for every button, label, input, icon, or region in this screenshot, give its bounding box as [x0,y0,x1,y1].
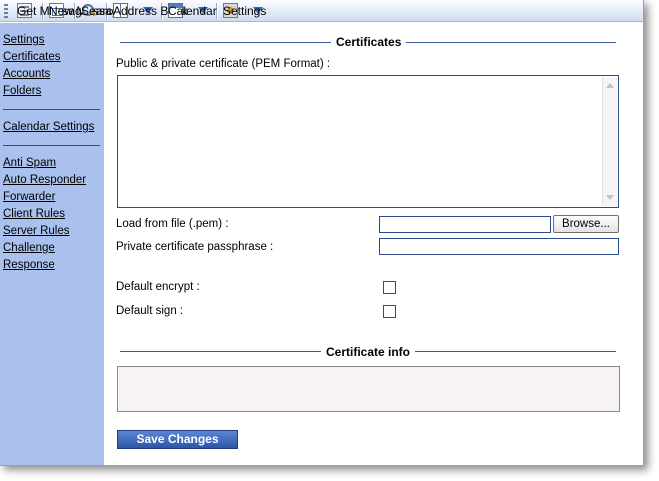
app-window: Get Messages New Message Search Address … [0,0,644,466]
sidebar-divider [3,145,100,146]
certificates-panel: Certificates Public & private certificat… [104,23,643,465]
default-encrypt-checkbox[interactable] [383,281,396,294]
passphrase-input[interactable] [379,238,619,255]
scroll-up-icon[interactable] [606,83,614,88]
get-messages-button[interactable]: Get Messages [14,1,94,21]
sidebar-item-certificates[interactable]: Certificates [3,49,104,66]
pem-scrollbar[interactable] [602,77,617,206]
sidebar-item-accounts[interactable]: Accounts [3,66,104,83]
address-book-button[interactable]: Address Book [110,1,188,21]
pem-textarea[interactable] [117,75,619,208]
passphrase-label: Private certificate passphrase : [116,241,274,253]
sidebar-item-client-rules[interactable]: Client Rules [3,206,104,223]
certificate-info-title: Certificate info [321,345,416,359]
sidebar-item-anti-spam[interactable]: Anti Spam [3,155,104,172]
settings-button[interactable]: Settings [220,1,266,21]
scroll-down-icon[interactable] [606,195,614,200]
sidebar-divider [3,109,100,110]
sidebar-item-settings[interactable]: Settings [3,32,104,49]
toolbar: Get Messages New Message Search Address … [0,0,643,22]
sidebar-item-server-rules[interactable]: Server Rules [3,223,104,240]
settings-sidebar: Settings Certificates Accounts Folders C… [0,23,104,465]
load-file-label: Load from file (.pem) : [116,218,229,230]
default-sign-label: Default sign : [116,305,184,317]
sidebar-item-auto-responder[interactable]: Auto Responder [3,172,104,189]
sidebar-item-forwarder[interactable]: Forwarder [3,189,104,206]
calendar-button[interactable]: Calendar [165,1,217,21]
search-button[interactable]: Search [78,1,119,21]
calendar-label: Calendar [168,3,217,18]
sidebar-item-calendar-settings[interactable]: Calendar Settings [3,119,104,136]
browse-button[interactable]: Browse... [553,215,619,233]
save-changes-button[interactable]: Save Changes [117,430,238,449]
settings-label: Settings [223,3,267,18]
certificate-info-box [117,366,620,412]
new-message-button[interactable]: New Message [46,1,125,21]
default-encrypt-label: Default encrypt : [116,281,200,293]
default-sign-checkbox[interactable] [383,305,396,318]
certificates-title: Certificates [331,35,407,49]
pem-label: Public & private certificate (PEM Format… [116,58,331,70]
load-file-input[interactable] [379,216,551,233]
sidebar-item-folders[interactable]: Folders [3,83,104,100]
toolbar-grip[interactable] [4,3,8,18]
sidebar-item-challenge-response[interactable]: Challenge Response [3,240,104,271]
